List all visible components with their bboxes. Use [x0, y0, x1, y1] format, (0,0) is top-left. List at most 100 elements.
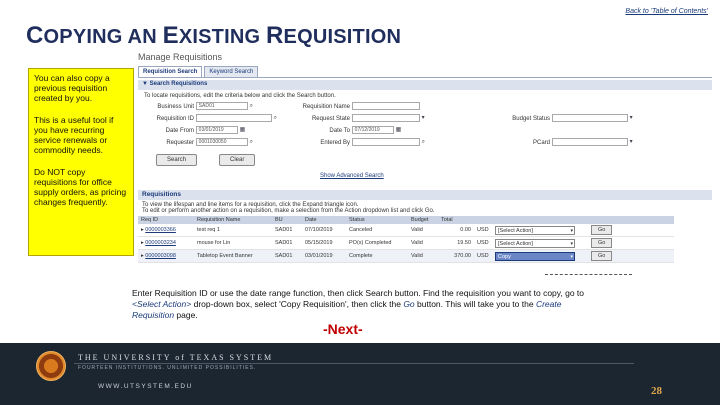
status-cell: PO(s) Completed — [346, 236, 408, 250]
footer-divider — [74, 363, 634, 364]
currency-cell: USD — [474, 249, 492, 263]
req-id-link[interactable]: 0000003234 — [145, 240, 176, 246]
requisition-name-input[interactable] — [351, 102, 420, 110]
requisition-id-label: Requisition ID — [156, 115, 194, 122]
action-select[interactable]: [Select Action] ▾ — [495, 225, 575, 235]
column-header[interactable]: Budget — [408, 216, 438, 224]
column-header[interactable]: Total — [438, 216, 474, 224]
footer: THE UNIVERSITY of TEXAS SYSTEM FOURTEEN … — [0, 343, 720, 405]
budget-status-select[interactable] — [551, 114, 628, 122]
date-from-input[interactable]: 03/01/2019 — [195, 126, 238, 134]
requester-input[interactable]: 0001030050 — [195, 138, 248, 146]
next-link[interactable]: -Next- — [323, 321, 363, 337]
footer-url[interactable]: WWW.UTSYSTEM.EDU — [98, 383, 193, 390]
university-name: THE UNIVERSITY of TEXAS SYSTEM — [78, 353, 274, 362]
column-header[interactable]: Date — [302, 216, 346, 224]
date-cell: 07/10/2019 — [302, 224, 346, 237]
search-section-header[interactable]: ▼ Search Requisitions — [138, 80, 712, 90]
requisition-id-input[interactable] — [195, 114, 272, 122]
search-lookup-icon[interactable]: ⌕ — [422, 139, 429, 146]
pcard-label: PCard — [532, 139, 550, 146]
go-button[interactable]: Go — [591, 251, 613, 261]
chevron-down-icon[interactable]: ▾ — [630, 115, 637, 122]
clear-button[interactable]: Clear — [219, 154, 256, 166]
search-instructions: To locate requisitions, edit the criteri… — [144, 93, 336, 99]
chevron-down-icon[interactable]: ▾ — [630, 139, 637, 146]
date-to-input[interactable]: 07/12/2019 — [351, 126, 394, 134]
budget-cell: Valid — [408, 224, 438, 237]
action-select[interactable]: [Select Action] ▾ — [495, 238, 575, 248]
req-id-link[interactable]: 0000003098 — [145, 253, 176, 259]
highlight-underline — [545, 274, 632, 275]
currency-cell: USD — [474, 236, 492, 250]
column-header[interactable]: Req ID — [138, 216, 194, 224]
tab-keyword-search[interactable]: Keyword Search — [204, 66, 259, 77]
table-row: ▸ 0000003098 Tabletop Event Banner SAD01… — [138, 249, 674, 263]
budget-cell: Valid — [408, 236, 438, 250]
entered-by-input[interactable] — [351, 138, 420, 146]
page-heading: Manage Requisitions — [138, 52, 223, 62]
business-unit-label: Business Unit — [157, 103, 194, 110]
req-name-cell: test req 1 — [194, 224, 272, 237]
calendar-icon[interactable]: ▦ — [396, 127, 403, 134]
bu-cell: SAD01 — [272, 224, 302, 237]
slide-title: COPYING AN EXISTING REQUISITION — [26, 22, 402, 49]
column-header[interactable]: Status — [346, 216, 408, 224]
go-button[interactable]: Go — [591, 238, 613, 248]
chevron-down-icon: ▾ — [570, 240, 573, 247]
date-from-label: Date From — [165, 127, 194, 134]
chevron-down-icon[interactable]: ▾ — [422, 115, 429, 122]
chevron-down-icon: ▾ — [570, 227, 573, 234]
status-cell: Complete — [346, 249, 408, 263]
advanced-search-link[interactable]: Show Advanced Search — [320, 173, 384, 179]
chevron-down-icon: ▾ — [570, 253, 573, 260]
date-cell: 03/01/2019 — [302, 249, 346, 263]
total-cell: 370.00 — [438, 249, 474, 263]
collapse-triangle-icon[interactable]: ▼ — [142, 81, 150, 87]
total-cell: 0.00 — [438, 224, 474, 237]
search-lookup-icon[interactable]: ⌕ — [250, 139, 257, 146]
total-cell: 19.50 — [438, 236, 474, 250]
tab-requisition-search[interactable]: Requisition Search — [138, 66, 203, 77]
search-lookup-icon[interactable]: ⌕ — [250, 103, 257, 110]
request-state-label: Request State — [311, 115, 350, 122]
results-section-header: Requisitions — [138, 190, 712, 200]
column-header[interactable]: Requisition Name — [194, 216, 272, 224]
pcard-select[interactable] — [551, 138, 628, 146]
toc-link[interactable]: Back to 'Table of Contents' — [625, 8, 708, 15]
search-button[interactable]: Search — [156, 154, 198, 166]
business-unit-input[interactable]: SAD01 — [195, 102, 248, 110]
callout-text-3: Do NOT copy requisitions for office supp… — [34, 167, 127, 207]
instruction-caption: Enter Requisition ID or use the date ran… — [132, 288, 585, 320]
action-select[interactable]: Copy ▾ — [495, 251, 575, 261]
req-id-link[interactable]: 0000003366 — [145, 227, 176, 233]
peoplesoft-screenshot: Manage Requisitions Requisition Search K… — [138, 52, 712, 284]
status-cell: Canceled — [346, 224, 408, 237]
calendar-icon[interactable]: ▦ — [240, 127, 247, 134]
req-name-cell: Tabletop Event Banner — [194, 249, 272, 263]
budget-status-label: Budget Status — [512, 115, 550, 122]
date-cell: 05/15/2019 — [302, 236, 346, 250]
go-button[interactable]: Go — [591, 225, 613, 235]
search-form: Business Unit SAD01 ⌕ Requisition Name Re… — [138, 102, 712, 148]
column-header[interactable]: BU — [272, 216, 302, 224]
page-number: 28 — [651, 385, 662, 397]
currency-cell: USD — [474, 224, 492, 237]
request-state-select[interactable] — [351, 114, 420, 122]
tab-bar: Requisition Search Keyword Search — [138, 66, 712, 78]
requisitions-table: Req ID Requisition Name BU Date Status B… — [138, 216, 674, 263]
bu-cell: SAD01 — [272, 249, 302, 263]
column-header — [474, 216, 492, 224]
callout-text-1: You can also copy a previous requisition… — [34, 73, 110, 103]
callout-note: You can also copy a previous requisition… — [28, 68, 134, 256]
req-name-cell: mouse for Lin — [194, 236, 272, 250]
results-instructions-2: To edit or perform another action on a r… — [142, 208, 435, 214]
column-header — [492, 216, 588, 224]
university-tagline: FOURTEEN INSTITUTIONS. UNLIMITED POSSIBI… — [78, 365, 257, 371]
table-row: ▸ 0000003234 mouse for Lin SAD01 05/15/2… — [138, 236, 674, 250]
university-seal-icon — [36, 351, 66, 381]
entered-by-label: Entered By — [320, 139, 350, 146]
requester-label: Requester — [166, 139, 194, 146]
column-header — [588, 216, 674, 224]
search-lookup-icon[interactable]: ⌕ — [274, 115, 281, 122]
